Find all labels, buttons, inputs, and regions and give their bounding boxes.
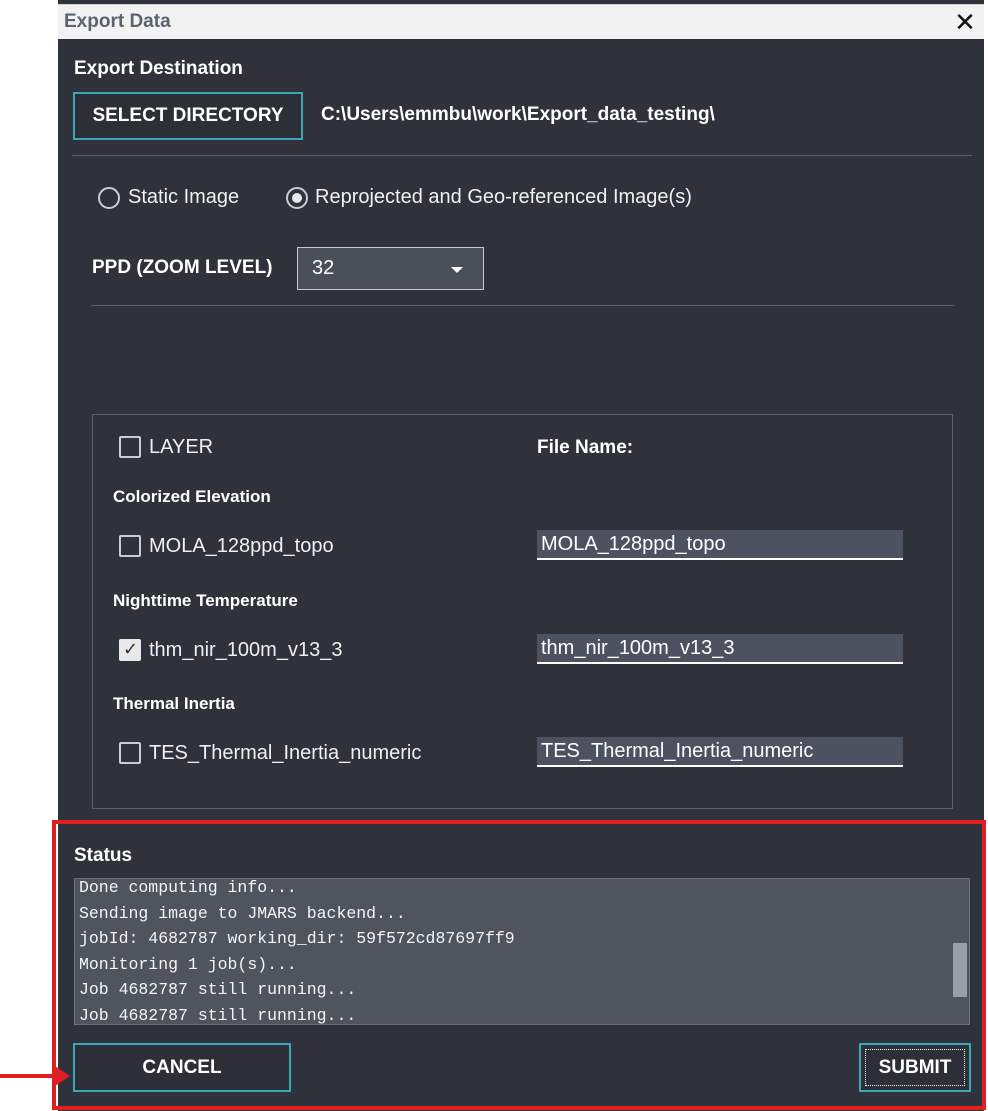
status-log[interactable]: Done computing info... Sending image to …: [74, 878, 970, 1025]
check-icon: ✓: [123, 639, 139, 659]
log-line: Monitoring 1 job(s)...: [79, 954, 297, 974]
title-bar: Export Data ✕: [58, 4, 984, 39]
filename-field[interactable]: MOLA_128ppd_topo: [537, 530, 903, 560]
layer-panel: LAYER File Name: Colorized Elevation MOL…: [92, 414, 953, 809]
log-line: jobId: 4682787 working_dir: 59f572cd8769…: [79, 929, 515, 948]
select-directory-button[interactable]: SELECT DIRECTORY: [73, 92, 303, 140]
close-icon[interactable]: ✕: [952, 9, 978, 35]
log-line: Sending image to JMARS backend...: [79, 903, 406, 923]
ppd-label: PPD (ZOOM LEVEL): [92, 257, 273, 278]
radio-static-image-label: Static Image: [128, 186, 240, 208]
layer-header-label: LAYER: [149, 436, 214, 458]
divider: [72, 155, 972, 156]
select-all-layers-checkbox[interactable]: [119, 436, 141, 458]
log-scrollbar[interactable]: [953, 879, 969, 1024]
layer-name: thm_nir_100m_v13_3: [149, 639, 343, 661]
layer-checkbox[interactable]: [119, 535, 141, 557]
radio-reprojected-image-label: Reprojected and Geo-referenced Image(s): [315, 186, 692, 208]
export-data-dialog: Export Data ✕ Export Destination SELECT …: [52, 0, 986, 1111]
filename-field[interactable]: TES_Thermal_Inertia_numeric: [537, 737, 903, 767]
radio-static-image[interactable]: [98, 187, 120, 209]
cancel-button[interactable]: CANCEL: [73, 1043, 291, 1092]
chevron-down-icon: [451, 267, 463, 273]
layer-checkbox[interactable]: [119, 742, 141, 764]
group-title: Colorized Elevation: [113, 487, 271, 506]
submit-button[interactable]: SUBMIT: [859, 1043, 971, 1092]
pointer-arrow-line: [0, 1074, 56, 1078]
status-heading: Status: [74, 845, 133, 866]
filename-field[interactable]: thm_nir_100m_v13_3: [537, 634, 903, 664]
group-title: Thermal Inertia: [113, 694, 235, 713]
ppd-value: 32: [312, 257, 335, 279]
filename-header: File Name:: [537, 437, 634, 458]
layer-name: TES_Thermal_Inertia_numeric: [149, 742, 422, 764]
export-path: C:\Users\emmbu\work\Export_data_testing\: [321, 104, 715, 125]
log-line: Done computing info...: [79, 878, 297, 897]
log-scrollbar-thumb[interactable]: [953, 943, 967, 997]
log-line: Job 4682787 still running...: [79, 980, 357, 999]
window-title: Export Data: [64, 11, 171, 32]
group-title: Nighttime Temperature: [113, 591, 298, 610]
layer-checkbox[interactable]: ✓: [119, 639, 141, 661]
divider: [91, 305, 954, 306]
radio-reprojected-image[interactable]: [286, 187, 308, 209]
focus-ring: [865, 1049, 965, 1086]
log-line: Job 4682787 still running...: [79, 1005, 357, 1025]
layer-name: MOLA_128ppd_topo: [149, 535, 334, 557]
ppd-select[interactable]: 32: [297, 247, 484, 290]
log-lines: Done computing info... Sending image to …: [75, 878, 515, 1025]
pointer-arrow-icon: [52, 1064, 70, 1088]
export-destination-heading: Export Destination: [74, 58, 243, 79]
